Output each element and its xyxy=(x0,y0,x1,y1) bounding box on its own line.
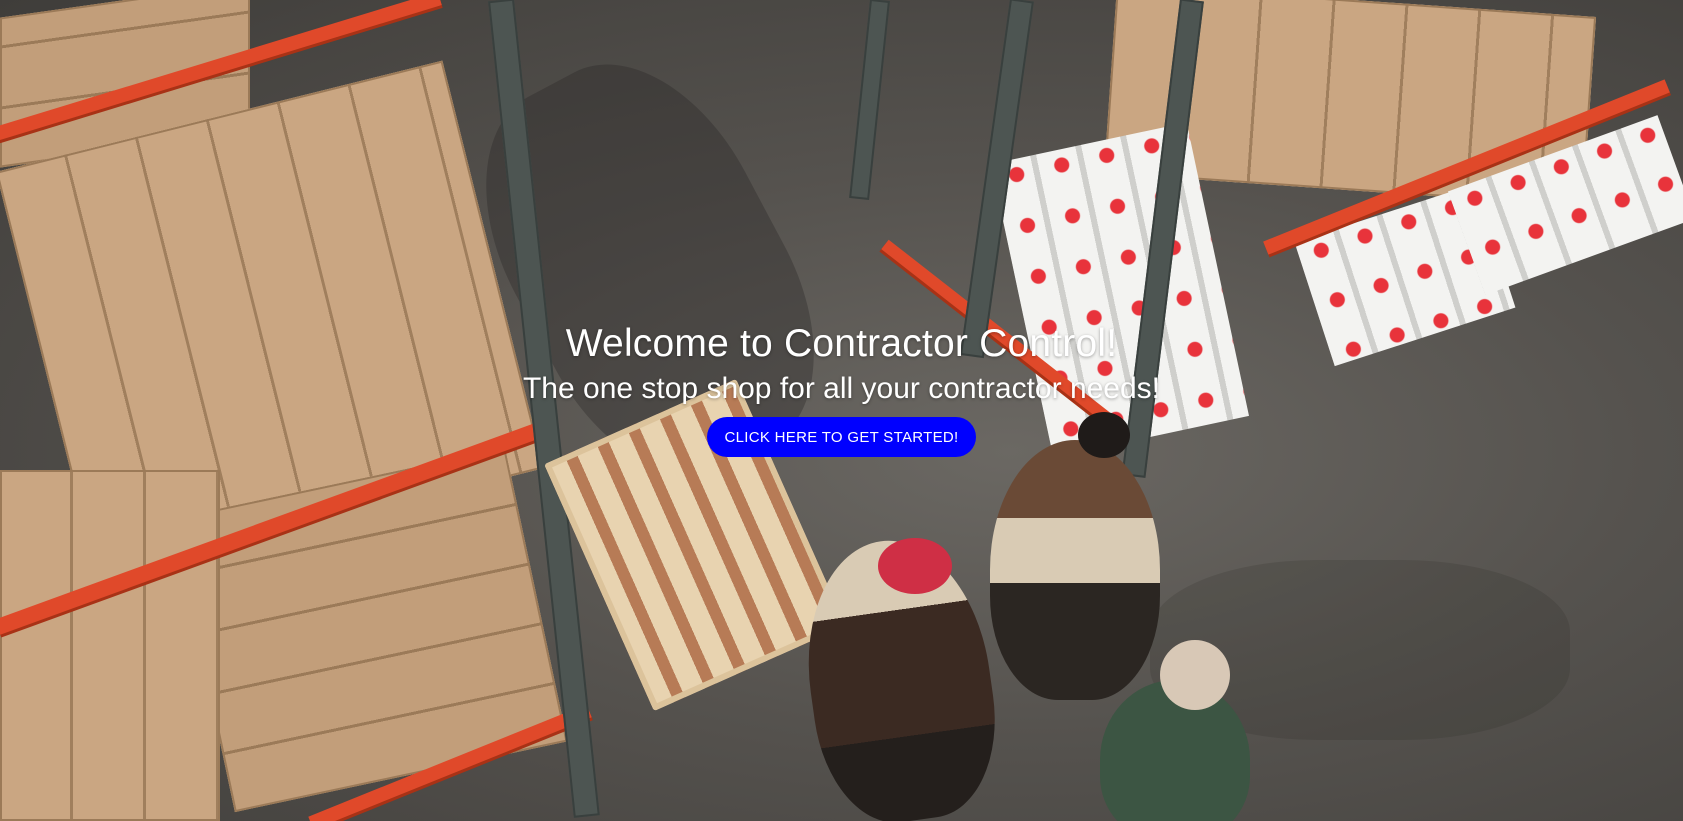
hero-overlay: Welcome to Contractor Control! The one s… xyxy=(0,0,1683,821)
hero-title: Welcome to Contractor Control! xyxy=(565,322,1118,365)
get-started-button[interactable]: CLICK HERE TO GET STARTED! xyxy=(706,417,977,457)
hero-subtitle: The one stop shop for all your contracto… xyxy=(522,372,1161,405)
hero-section: Welcome to Contractor Control! The one s… xyxy=(0,0,1683,821)
